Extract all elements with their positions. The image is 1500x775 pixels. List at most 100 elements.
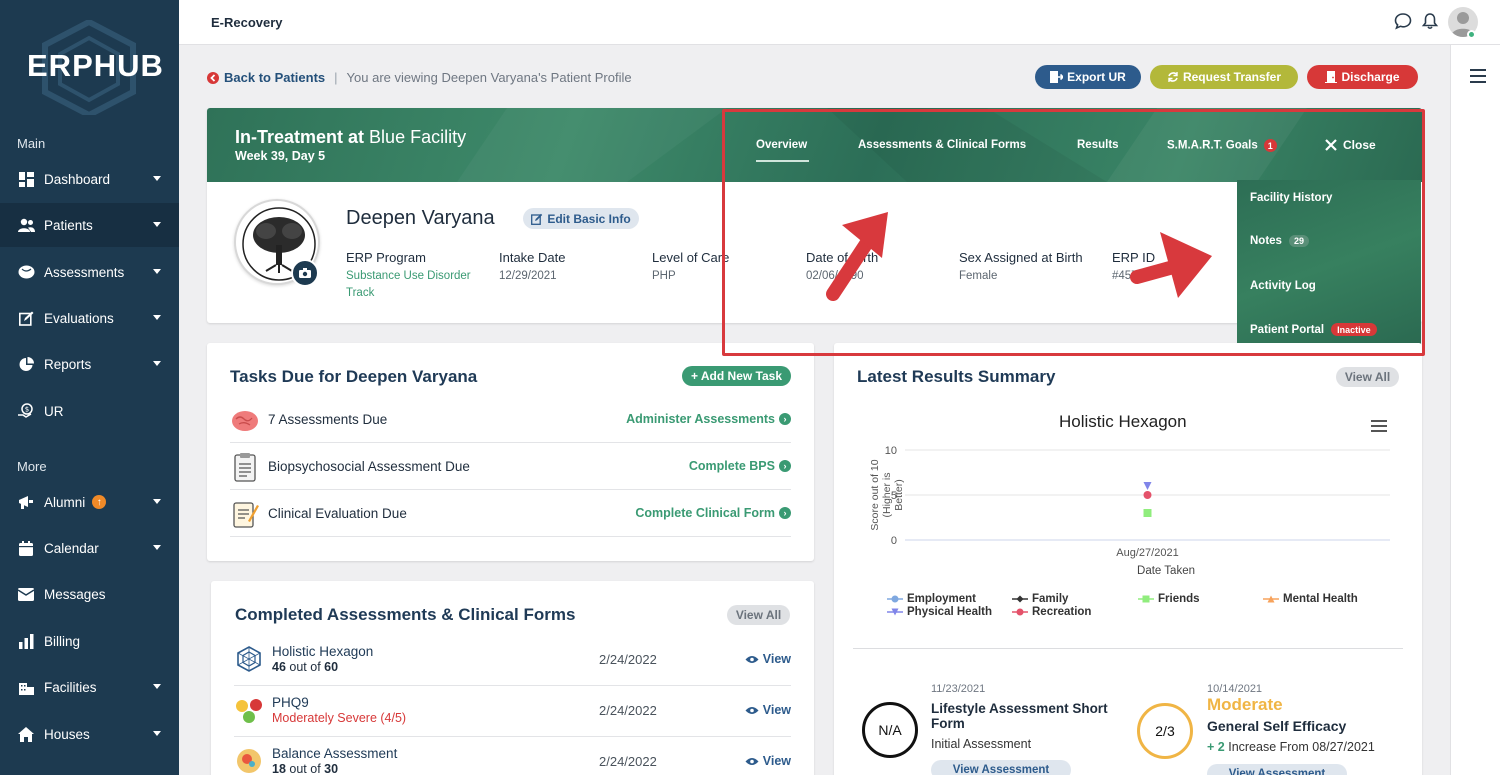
chevron-down-icon <box>153 222 161 227</box>
score-connector: out of <box>289 660 321 674</box>
task-text: Biopsychosocial Assessment Due <box>268 459 470 474</box>
sidebar-item-assessments[interactable]: Assessments <box>0 250 179 294</box>
view-assessment-button[interactable]: View Assessment <box>931 760 1071 775</box>
mood-faces-icon <box>236 699 262 723</box>
dashboard-icon <box>17 170 35 188</box>
legend-label: Friends <box>1158 593 1200 605</box>
legend-item-mental-health[interactable]: Mental Health <box>1263 593 1358 605</box>
add-new-task-button[interactable]: + Add New Task <box>682 366 791 386</box>
sidebar-item-reports[interactable]: Reports <box>0 342 179 386</box>
view-assessment-link[interactable]: View <box>745 652 791 666</box>
view-assessment-link[interactable]: View <box>745 703 791 717</box>
sidebar-item-facilities[interactable]: Facilities <box>0 665 179 709</box>
chart-menu-icon[interactable] <box>1371 420 1387 435</box>
score-value: 46 <box>272 660 286 674</box>
chart-point-recreation[interactable] <box>1143 491 1152 499</box>
result-date: 10/14/2021 <box>1207 683 1263 695</box>
sidebar-item-houses[interactable]: Houses <box>0 712 179 756</box>
legend-item-friends[interactable]: Friends <box>1138 593 1200 605</box>
change-number: + 2 <box>1207 740 1225 754</box>
view-label: View <box>762 754 791 768</box>
sidebar-item-label: Calendar <box>44 540 99 556</box>
erp-program-line-1: Substance Use Disorder <box>346 270 471 282</box>
camera-icon[interactable] <box>291 259 319 287</box>
task-text: 7 Assessments Due <box>268 412 388 427</box>
messages-icon <box>17 585 35 603</box>
bell-icon[interactable] <box>1421 12 1439 30</box>
discharge-button[interactable]: Discharge <box>1307 65 1418 89</box>
chevron-down-icon <box>153 269 161 274</box>
sidebar-item-messages[interactable]: Messages <box>0 572 179 616</box>
chevron-down-icon <box>153 176 161 181</box>
ur-icon: $ <box>17 402 35 420</box>
sidebar-item-billing[interactable]: Billing <box>0 619 179 663</box>
sidebar-item-alumni[interactable]: Alumni ↑ <box>0 480 179 524</box>
hexagon-icon <box>237 646 261 672</box>
assessment-name: Balance Assessment <box>272 746 398 761</box>
billing-icon <box>17 632 35 650</box>
alumni-icon <box>17 493 35 511</box>
export-ur-button[interactable]: Export UR <box>1035 65 1141 89</box>
back-to-patients-link[interactable]: Back to Patients <box>224 70 325 85</box>
chat-bubble-icon[interactable] <box>1394 12 1412 30</box>
request-transfer-button[interactable]: Request Transfer <box>1150 65 1298 89</box>
legend-item-physical-health[interactable]: Physical Health <box>887 606 992 618</box>
sidebar-item-dashboard[interactable]: Dashboard <box>0 157 179 201</box>
sidebar-item-label: Assessments <box>44 264 125 280</box>
results-divider <box>853 648 1403 649</box>
result-title: Lifestyle Assessment Short Form <box>931 701 1108 731</box>
erp-program-label: ERP Program <box>346 250 426 265</box>
complete-clinical-form-link[interactable]: Complete Clinical Form › <box>635 506 791 520</box>
sidebar-item-label: Messages <box>44 586 106 602</box>
breadcrumb-separator: | <box>334 70 338 85</box>
breadcrumb: Back to Patients | You are viewing Deepe… <box>207 70 632 85</box>
legend-marker-icon <box>887 608 903 616</box>
task-link-label: Complete BPS <box>688 459 775 473</box>
administer-assessments-link[interactable]: Administer Assessments › <box>626 412 791 426</box>
app-logo[interactable]: ERPHUB <box>27 48 164 84</box>
legend-marker-icon <box>1012 595 1028 603</box>
eye-icon <box>745 706 759 714</box>
sidebar-section-main: Main <box>17 136 46 151</box>
sidebar-item-calendar[interactable]: Calendar <box>0 526 179 570</box>
view-assessment-button[interactable]: View Assessment <box>1207 764 1347 775</box>
chart-point-physical-health[interactable] <box>1143 482 1152 490</box>
legend-marker-icon <box>887 595 903 603</box>
annotation-highlight-box <box>722 109 1425 356</box>
level-of-care-value: PHP <box>652 270 676 282</box>
assessment-score: 46 out of 60 <box>272 660 338 674</box>
assessment-name: PHQ9 <box>272 695 309 710</box>
legend-item-employment[interactable]: Employment <box>887 593 976 605</box>
back-arrow-icon[interactable] <box>207 71 219 84</box>
sidebar-item-evaluations[interactable]: Evaluations <box>0 296 179 340</box>
request-transfer-label: Request Transfer <box>1182 70 1282 84</box>
sidebar-item-patients[interactable]: Patients <box>0 203 179 247</box>
brain-icon <box>232 411 258 431</box>
result-title: General Self Efficacy <box>1207 718 1347 734</box>
chevron-down-icon <box>153 315 161 320</box>
sidebar-item-ur[interactable]: $ UR <box>0 389 179 433</box>
completed-view-all-button[interactable]: View All <box>727 605 790 625</box>
viewing-profile-text: You are viewing Deepen Varyana's Patient… <box>346 70 632 85</box>
chart-y-tick-label: 0 <box>891 535 897 547</box>
change-text: Increase From 08/27/2021 <box>1228 740 1375 754</box>
results-view-all-button[interactable]: View All <box>1336 367 1399 387</box>
edit-icon <box>531 213 543 225</box>
chart-point-friends[interactable] <box>1143 509 1152 517</box>
legend-item-family[interactable]: Family <box>1012 593 1068 605</box>
legend-item-recreation[interactable]: Recreation <box>1012 606 1091 618</box>
holistic-hexagon-chart: 1050 Aug/27/2021 Score out of 10(Higher … <box>869 445 1390 577</box>
sidebar-item-label: Billing <box>44 633 81 649</box>
edit-basic-info-button[interactable]: Edit Basic Info <box>523 208 639 229</box>
sidebar-item-label: Patients <box>44 217 93 233</box>
result-score-circle: N/A <box>862 702 918 758</box>
result-level: Moderate <box>1207 695 1283 714</box>
arrow-right-icon: › <box>779 460 791 472</box>
view-assessment-link[interactable]: View <box>745 754 791 768</box>
assessment-row: Holistic Hexagon 46 out of 60 2/24/2022 … <box>234 635 791 686</box>
arrow-right-icon: › <box>779 507 791 519</box>
menu-icon[interactable] <box>1470 69 1486 87</box>
complete-bps-link[interactable]: Complete BPS › <box>689 459 791 473</box>
erp-program-value[interactable]: Substance Use Disorder Track <box>346 268 471 302</box>
page-title: E-Recovery <box>211 15 283 30</box>
